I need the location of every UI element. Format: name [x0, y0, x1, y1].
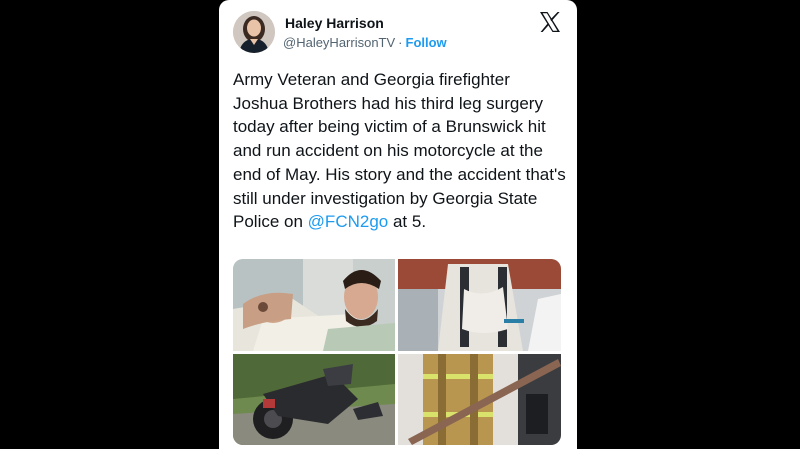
separator-dot: ·: [398, 35, 403, 50]
media-photo-motorcycle[interactable]: [233, 354, 395, 445]
author-display-name[interactable]: Haley Harrison: [285, 15, 384, 31]
tweet-text-end: at 5.: [388, 212, 427, 232]
tweet-text: Army Veteran and Georgia firefighter Jos…: [233, 68, 567, 234]
wrecked-motorcycle-photo: [233, 354, 395, 445]
avatar-photo-icon: [233, 11, 275, 53]
firefighter-in-gear-photo: [398, 354, 561, 445]
x-logo-icon[interactable]: [538, 10, 562, 34]
media-photo-leg-brace[interactable]: [398, 259, 561, 351]
mention-link[interactable]: @FCN2go: [308, 212, 389, 231]
leg-in-brace-photo: [398, 259, 561, 351]
tweet-text-main: Army Veteran and Georgia firefighter Jos…: [233, 70, 566, 232]
man-in-hospital-bed-photo: [233, 259, 395, 351]
follow-button[interactable]: Follow: [406, 35, 447, 50]
media-photo-hospital-bed[interactable]: [233, 259, 395, 351]
tweet-header: Haley Harrison @HaleyHarrisonTV · Follow: [219, 0, 577, 62]
author-handle[interactable]: @HaleyHarrisonTV: [283, 35, 395, 50]
media-grid: [233, 259, 561, 445]
media-photo-firefighter[interactable]: [398, 354, 561, 445]
author-avatar[interactable]: [233, 11, 275, 53]
author-handle-row: @HaleyHarrisonTV · Follow: [283, 35, 447, 50]
tweet-card: Haley Harrison @HaleyHarrisonTV · Follow A…: [219, 0, 577, 449]
